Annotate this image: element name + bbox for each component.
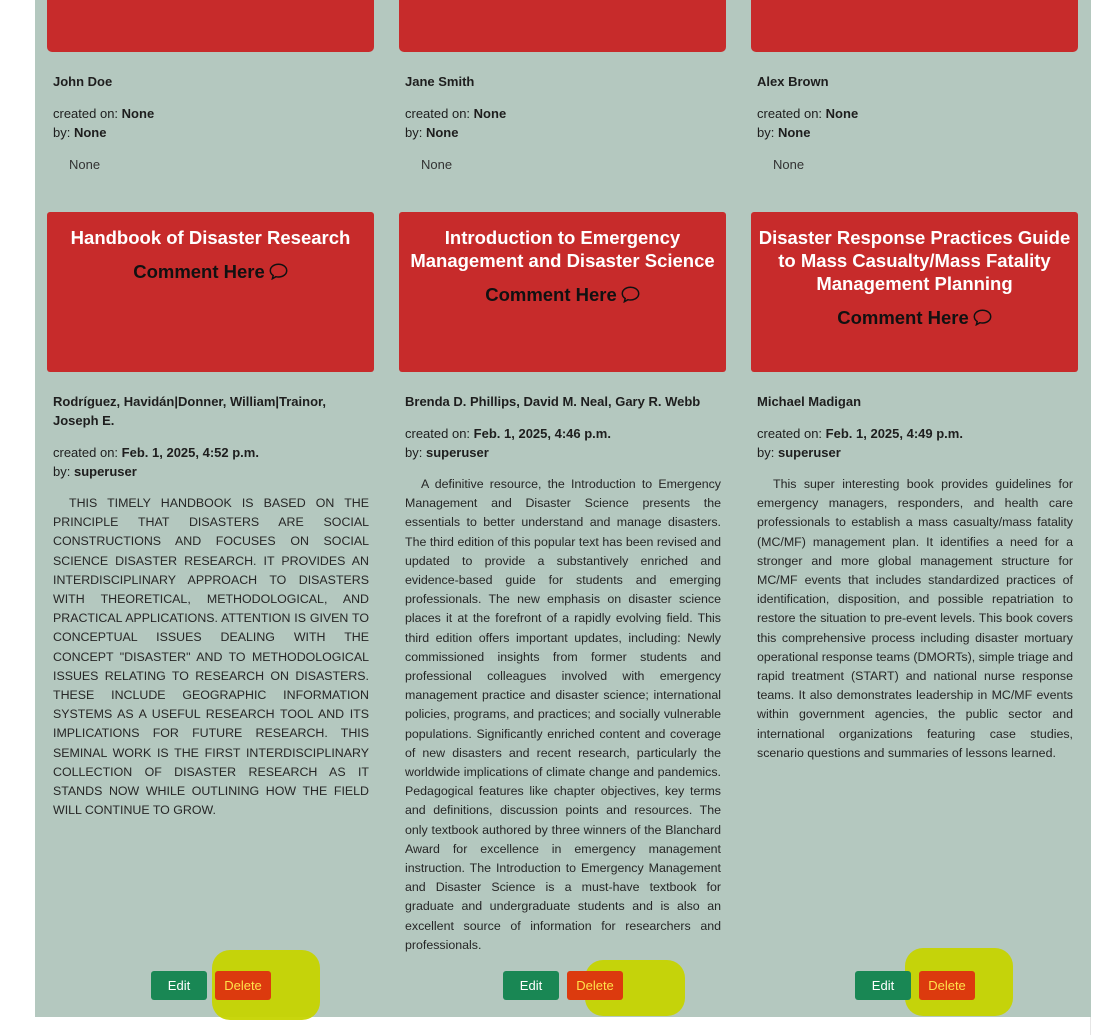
created-label: created on: — [405, 426, 471, 441]
previous-card-description: None — [773, 157, 805, 172]
book-author: Brenda D. Phillips, David M. Neal, Gary … — [405, 394, 701, 409]
by-value: superuser — [777, 445, 841, 460]
created-value: Feb. 1, 2025, 4:52 p.m. — [121, 445, 259, 460]
by-value: None — [425, 125, 459, 140]
chat-bubble-icon — [269, 263, 288, 281]
book-created-by: by: superuser — [757, 443, 841, 462]
edit-button[interactable]: Edit — [503, 971, 559, 1000]
book-description: A definitive resource, the Introduction … — [405, 477, 721, 952]
created-label: created on: — [53, 106, 119, 121]
book-description: This super interesting book provides gui… — [757, 477, 1073, 760]
by-label: by: — [405, 125, 423, 140]
edit-button[interactable]: Edit — [151, 971, 207, 1000]
book-created-by: by: superuser — [53, 462, 137, 481]
comment-label: Comment Here — [133, 261, 265, 282]
previous-card-author: Jane Smith — [405, 74, 475, 89]
created-value: None — [825, 106, 859, 121]
edit-button[interactable]: Edit — [855, 971, 911, 1000]
by-label: by: — [53, 464, 71, 479]
book-title: Handbook of Disaster Research — [70, 227, 351, 248]
previous-card-author: John Doe — [53, 74, 113, 89]
book-description: THIS TIMELY HANDBOOK IS BASED ON THE PRI… — [53, 496, 369, 818]
previous-card-author: Alex Brown — [757, 74, 829, 89]
created-value: Feb. 1, 2025, 4:46 p.m. — [473, 426, 611, 441]
created-value: None — [473, 106, 507, 121]
by-label: by: — [757, 125, 775, 140]
by-label: by: — [405, 445, 423, 460]
previous-card-banner — [751, 0, 1078, 52]
comment-label: Comment Here — [837, 307, 969, 328]
by-label: by: — [53, 125, 71, 140]
created-label: created on: — [757, 426, 823, 441]
book-card: Disaster Response Practices Guide to Mas… — [751, 212, 1078, 372]
previous-card-by: by: None — [757, 123, 810, 142]
delete-button[interactable]: Delete — [567, 971, 623, 1000]
comment-link[interactable]: Comment Here — [133, 261, 288, 283]
chat-bubble-icon — [973, 309, 992, 327]
previous-card-created: created on: None — [53, 104, 154, 123]
previous-card-description: None — [69, 157, 101, 172]
comment-link[interactable]: Comment Here — [485, 284, 640, 306]
page-right-gutter — [1090, 0, 1115, 1035]
created-value: Feb. 1, 2025, 4:49 p.m. — [825, 426, 963, 441]
by-value: superuser — [425, 445, 489, 460]
previous-card-description: None — [421, 157, 453, 172]
by-label: by: — [757, 445, 775, 460]
book-list-panel: John Doe created on: None by: None None … — [35, 0, 1091, 1020]
book-created: created on: Feb. 1, 2025, 4:49 p.m. — [757, 424, 963, 443]
created-label: created on: — [405, 106, 471, 121]
created-value: None — [121, 106, 155, 121]
by-value: superuser — [73, 464, 137, 479]
book-card: Introduction to Emergency Management and… — [399, 212, 726, 372]
book-title: Introduction to Emergency Management and… — [410, 227, 715, 271]
chat-bubble-icon — [621, 286, 640, 304]
by-value: None — [73, 125, 107, 140]
created-label: created on: — [757, 106, 823, 121]
book-author: Rodríguez, Havidán|Donner, William|Train… — [53, 394, 326, 428]
previous-card-created: created on: None — [405, 104, 506, 123]
book-title: Disaster Response Practices Guide to Mas… — [758, 227, 1071, 294]
book-created: created on: Feb. 1, 2025, 4:52 p.m. — [53, 443, 259, 462]
previous-card-banner — [47, 0, 374, 52]
comment-link[interactable]: Comment Here — [837, 307, 992, 329]
delete-button[interactable]: Delete — [215, 971, 271, 1000]
comment-label: Comment Here — [485, 284, 617, 305]
by-value: None — [777, 125, 811, 140]
book-author: Michael Madigan — [757, 394, 862, 409]
book-card: Handbook of Disaster Research Comment He… — [47, 212, 374, 372]
delete-button[interactable]: Delete — [919, 971, 975, 1000]
previous-card-by: by: None — [53, 123, 106, 142]
book-created: created on: Feb. 1, 2025, 4:46 p.m. — [405, 424, 611, 443]
previous-card-by: by: None — [405, 123, 458, 142]
previous-card-banner — [399, 0, 726, 52]
previous-card-created: created on: None — [757, 104, 858, 123]
book-created-by: by: superuser — [405, 443, 489, 462]
created-label: created on: — [53, 445, 119, 460]
